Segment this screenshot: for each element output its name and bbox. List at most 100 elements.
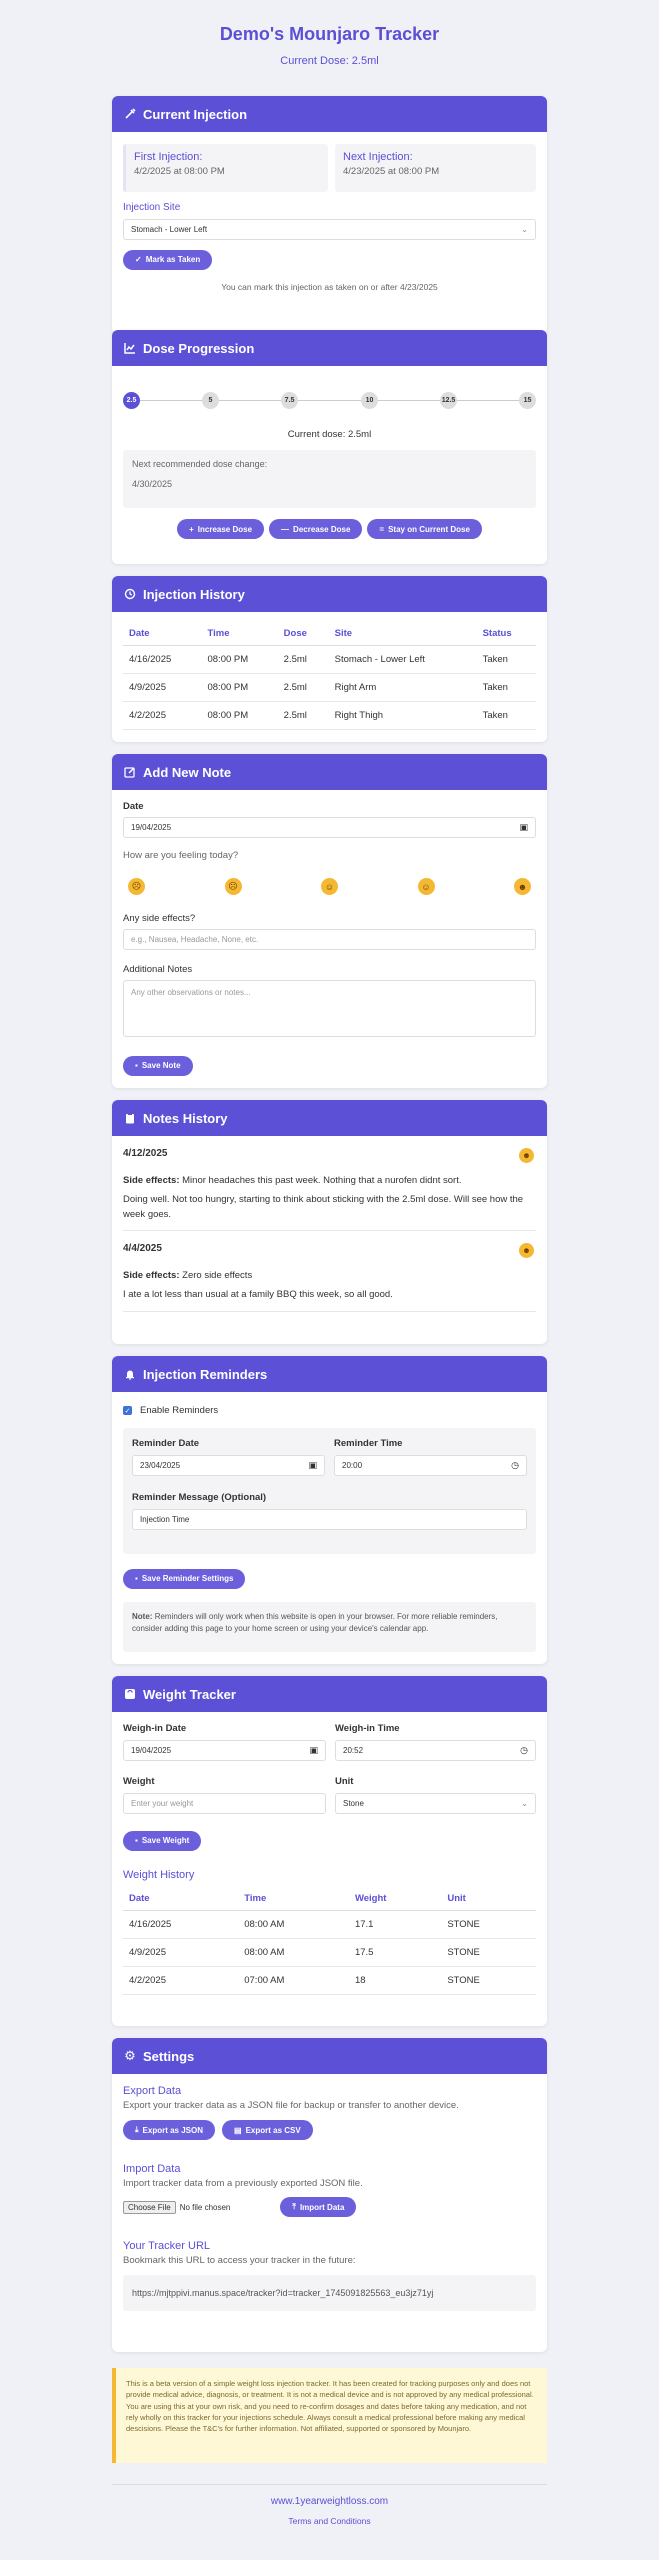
save-icon: ▪ xyxy=(135,1574,138,1583)
injection-history-row: 4/9/2025 08:00 PM 2.5ml Right Arm Taken xyxy=(123,673,536,702)
add-note-header: Add New Note xyxy=(112,754,547,790)
reminder-settings-box: Reminder Date 23/04/2025 ▣ Reminder Time … xyxy=(123,1428,536,1554)
emoji-very-happy-icon[interactable]: ☻ xyxy=(514,878,531,895)
chart-line-icon xyxy=(123,341,137,355)
dose-progression-card: Dose Progression 2.5 5 7.5 10 12.5 15 Current… xyxy=(112,330,547,564)
table-cell: 4/16/2025 xyxy=(123,645,202,674)
enable-reminders-checkbox[interactable]: ✓ xyxy=(123,1406,132,1415)
add-note-title: Add New Note xyxy=(143,764,232,780)
export-json-button[interactable]: ⤓ Export as JSON xyxy=(123,2120,216,2140)
next-injection-value: 4/23/2025 at 08:00 PM xyxy=(343,166,440,177)
unit-select[interactable]: Stone ⌄ xyxy=(335,1793,536,1814)
table-cell: 08:00 AM xyxy=(238,1938,349,1967)
choose-file-button[interactable]: Choose File xyxy=(123,2200,176,2214)
first-injection-value: 4/2/2025 at 08:00 PM xyxy=(134,166,225,177)
history-icon xyxy=(123,587,137,601)
save-reminder-label: Save Reminder Settings xyxy=(141,1574,234,1583)
save-note-label: Save Note xyxy=(141,1061,181,1070)
column-header: Date xyxy=(123,618,202,646)
emoji-neutral-icon[interactable]: ☺ xyxy=(321,878,338,895)
save-note-button[interactable]: ▪ Save Note xyxy=(123,1055,193,1076)
table-cell: STONE xyxy=(441,1910,536,1939)
page-title: Demo's Mounjaro Tracker xyxy=(219,24,440,44)
save-weight-button[interactable]: ▪ Save Weight xyxy=(123,1830,202,1851)
weigh-in-date-value: 19/04/2025 xyxy=(131,1746,172,1755)
current-dose-text: Current dose: 2.5ml xyxy=(287,429,372,440)
side-effects-text: Minor headaches this past week. Nothing … xyxy=(182,1175,462,1186)
table-cell: 17.5 xyxy=(348,1938,442,1967)
notes-history-title: Notes History xyxy=(143,1110,228,1126)
table-cell: 18 xyxy=(348,1966,442,1995)
side-effects-text: Zero side effects xyxy=(182,1270,253,1282)
mark-as-taken-button[interactable]: ✓ Mark as Taken xyxy=(123,249,213,270)
enable-reminders-label: Enable Reminders xyxy=(140,1405,219,1416)
footer-site-link[interactable]: www.1yearweightloss.com xyxy=(0,2496,659,2507)
column-header: Date xyxy=(123,1882,239,1911)
current-injection-card: Current Injection First Injection: 4/2/2… xyxy=(112,96,547,334)
notes-history-header: Notes History xyxy=(112,1100,547,1136)
feeling-label: How are you feeling today? xyxy=(123,850,239,861)
emoji-very-sad-icon[interactable]: ☹ xyxy=(128,878,145,895)
calendar-icon: ▣ xyxy=(309,1745,318,1755)
download-icon: ⤓ xyxy=(135,2125,139,2134)
weight-history-row: 4/2/2025 07:00 AM 18 STONE xyxy=(123,1966,536,1995)
column-header: Weight xyxy=(348,1882,442,1911)
weigh-in-time-input[interactable]: 20:52 ◷ xyxy=(335,1740,536,1761)
weight-tracker-card: Weight Tracker Weigh-in Date 19/04/2025 ▣… xyxy=(112,1676,547,2026)
save-reminder-button[interactable]: ▪ Save Reminder Settings xyxy=(123,1568,246,1589)
weight-tracker-header: Weight Tracker xyxy=(112,1676,547,1712)
emoji-sad-icon[interactable]: ☹ xyxy=(224,878,242,895)
stay-dose-button[interactable]: = Stay on Current Dose xyxy=(367,519,482,539)
weigh-in-date-input[interactable]: 19/04/2025 ▣ xyxy=(123,1740,326,1761)
note-date: 4/12/2025 xyxy=(123,1148,168,1159)
upload-icon: ⤒ xyxy=(292,2202,296,2211)
injection-history-header: Injection History xyxy=(112,576,547,612)
side-effects-prefix: Side effects: xyxy=(123,1175,180,1186)
increase-dose-button[interactable]: + Increase Dose xyxy=(177,519,265,539)
footer-terms-link[interactable]: Terms and Conditions xyxy=(0,2516,659,2526)
reminder-time-value: 20:00 xyxy=(342,1461,363,1470)
note-date-input[interactable]: 19/04/2025 ▣ xyxy=(123,817,536,838)
tracker-url-box[interactable]: https://mjtppivi.manus.space/tracker?id=… xyxy=(123,2275,536,2311)
injection-history-row: 4/2/2025 08:00 PM 2.5ml Right Thigh Taken xyxy=(123,701,536,730)
next-injection-box: Next Injection: 4/23/2025 at 08:00 PM xyxy=(335,144,536,192)
additional-notes-textarea[interactable]: Any other observations or notes... xyxy=(123,980,536,1037)
mark-taken-note: You can mark this injection as taken on … xyxy=(221,281,438,292)
disclaimer-text: This is a beta version of a simple weigh… xyxy=(126,2379,534,2433)
import-data-button[interactable]: ⤒ Import Data xyxy=(280,2197,357,2217)
injection-site-value: Stomach - Lower Left xyxy=(131,225,208,234)
emoji-happy-icon[interactable]: ☺ xyxy=(417,878,435,895)
reminder-date-input[interactable]: 23/04/2025 ▣ xyxy=(132,1455,325,1476)
table-cell: Taken xyxy=(476,645,536,674)
column-header: Time xyxy=(238,1882,349,1911)
emoji-very-happy-icon: ☻ xyxy=(519,1243,534,1259)
calendar-icon: ▣ xyxy=(519,822,528,832)
dose-step-15: 15 xyxy=(519,392,536,409)
weight-history-table: Date Time Weight Unit 4/16/2025 08:00 AM 17.1… xyxy=(123,1882,536,1995)
injection-history-table: Date Time Dose Site Status 4/16/2025 08:00 PM… xyxy=(123,618,536,730)
reminder-message-input[interactable]: Injection Time xyxy=(132,1509,527,1530)
plus-icon: + xyxy=(189,524,194,534)
table-cell: 08:00 PM xyxy=(201,673,278,702)
reminders-card: Injection Reminders ✓ Enable Reminders R… xyxy=(112,1356,547,1664)
reminder-note-text: Reminders will only work when this websi… xyxy=(132,1611,498,1633)
injection-history-row: 4/16/2025 08:00 PM 2.5ml Stomach - Lower Le… xyxy=(123,645,536,674)
reminder-time-input[interactable]: 20:00 ◷ xyxy=(334,1455,527,1476)
weight-input[interactable]: Enter your weight xyxy=(123,1793,326,1814)
table-cell: 08:00 PM xyxy=(201,701,278,730)
save-weight-label: Save Weight xyxy=(141,1836,190,1845)
table-cell: 07:00 AM xyxy=(238,1966,349,1995)
reminder-date-label: Reminder Date xyxy=(132,1438,200,1449)
injection-site-select[interactable]: Stomach - Lower Left ⌄ xyxy=(123,219,536,240)
scale-icon xyxy=(123,1687,137,1701)
export-csv-button[interactable]: ▤ Export as CSV xyxy=(222,2120,313,2140)
decrease-dose-button[interactable]: — Decrease Dose xyxy=(269,519,363,539)
calendar-icon: ▣ xyxy=(308,1460,317,1470)
table-cell: 4/2/2025 xyxy=(123,701,202,730)
chevron-down-icon: ⌄ xyxy=(521,1799,528,1808)
table-cell: STONE xyxy=(441,1938,536,1967)
dose-step-2.5: 2.5 xyxy=(123,392,140,409)
import-data-title: Import Data xyxy=(123,2163,181,2175)
side-effects-input[interactable]: e.g., Nausea, Headache, None, etc. xyxy=(123,929,536,950)
table-cell: Taken xyxy=(476,673,536,702)
